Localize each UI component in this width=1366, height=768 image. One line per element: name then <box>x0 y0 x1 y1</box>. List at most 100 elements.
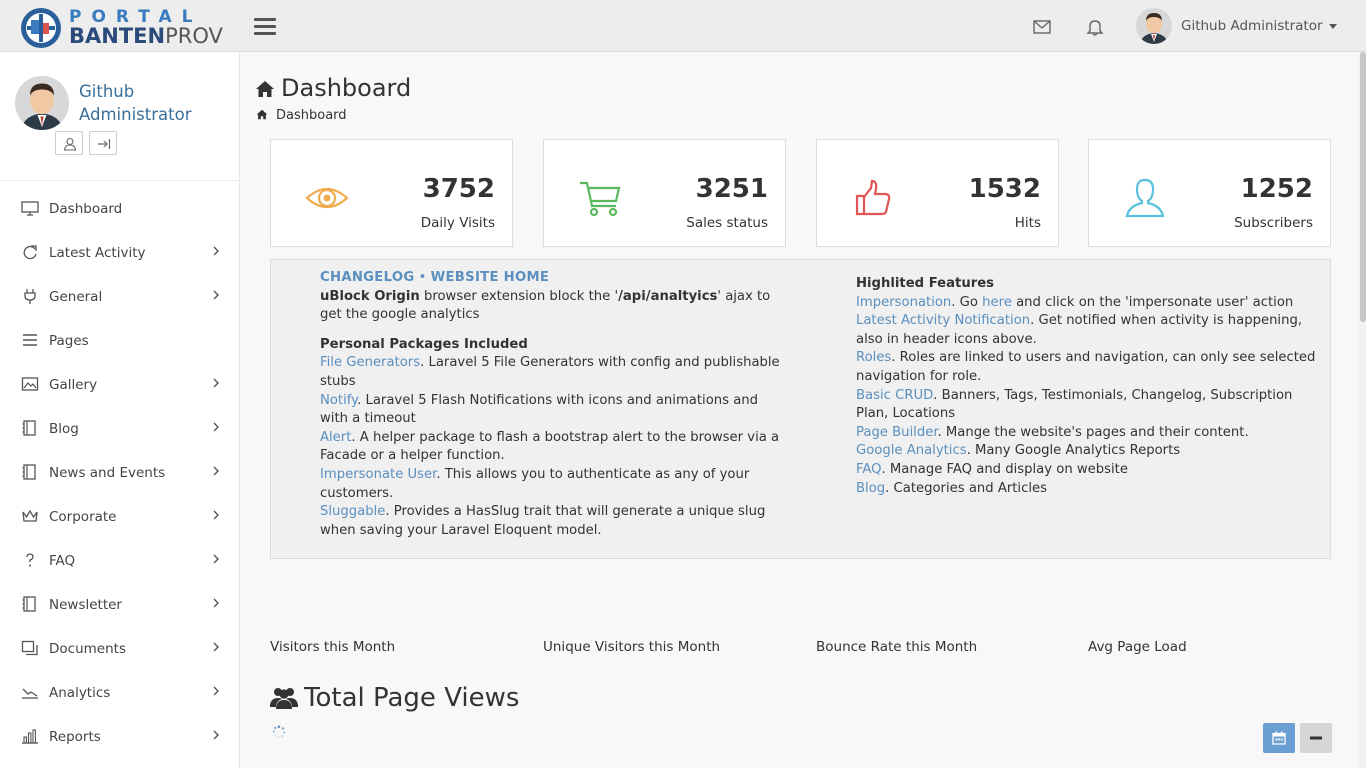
stat-value: 1252 <box>1240 174 1313 204</box>
stat-label: Subscribers <box>1234 215 1313 231</box>
package-item: Sluggable. Provides a HasSlug trait that… <box>320 504 766 538</box>
features-title: Highlited Features <box>856 276 995 291</box>
sidebar-item-label: General <box>49 289 103 305</box>
sidebar-item-gallery[interactable]: Gallery <box>0 362 240 406</box>
refresh-icon <box>23 245 37 260</box>
eye-icon <box>305 187 349 209</box>
user-name: Github Administrator <box>1181 18 1337 34</box>
sidebar-item-label: Pages <box>49 333 89 349</box>
caret-down-icon <box>1328 23 1337 29</box>
sidebar-item-dashboard[interactable]: Dashboard <box>0 186 240 230</box>
feature-link[interactable]: FAQ <box>856 462 882 477</box>
menu-icon[interactable] <box>254 18 276 36</box>
chevron-right-icon <box>213 598 219 608</box>
sidebar-item-latest-activity[interactable]: Latest Activity <box>0 230 240 274</box>
scrollbar-thumb[interactable] <box>1360 52 1366 322</box>
separator: • <box>418 270 427 285</box>
sidebar-item-reports[interactable]: Reports <box>0 714 240 758</box>
feature-link[interactable]: Roles <box>856 350 891 365</box>
stat-value: 3251 <box>695 174 768 204</box>
thumbs-up-icon <box>855 179 891 216</box>
package-link[interactable]: File Generators <box>320 355 420 370</box>
bell-icon[interactable] <box>1085 17 1105 37</box>
feature-item: Roles. Roles are linked to users and nav… <box>856 350 1316 384</box>
feature-item: FAQ. Manage FAQ and display on website <box>856 461 1128 477</box>
total-page-views-title: Total Page Views <box>270 683 519 713</box>
stat-label: Hits <box>1014 215 1041 231</box>
stat-card-subscribers: 1252 Subscribers <box>1088 139 1331 247</box>
sidebar-item-blog[interactable]: Blog <box>0 406 240 450</box>
main-content: Dashboard Dashboard 3752 Daily Visits 32… <box>241 52 1366 768</box>
impersonation-link[interactable]: Impersonation <box>856 295 951 310</box>
stat-label: Daily Visits <box>420 215 495 231</box>
sidebar-item-faq[interactable]: FAQ <box>0 538 240 582</box>
chevron-right-icon <box>213 730 219 740</box>
sidebar-item-label: FAQ <box>49 553 76 569</box>
stat-card-hits: 1532 Hits <box>816 139 1059 247</box>
feature-item: Latest Activity Notification. Get notifi… <box>856 313 1303 347</box>
plug-icon <box>24 289 36 304</box>
feature-link[interactable]: Google Analytics <box>856 443 967 458</box>
stat-card-sales-status: 3251 Sales status <box>543 139 786 247</box>
sidebar-item-label: Gallery <box>49 377 98 393</box>
logo-mark-icon <box>21 8 61 48</box>
ublock-note: uBlock Origin browser extension block th… <box>320 288 771 323</box>
sidebar-item-label: News and Events <box>49 465 166 481</box>
sidebar-menu: Dashboard Latest Activity General Pages Gall… <box>0 186 240 758</box>
changelog-link[interactable]: CHANGELOG <box>320 270 414 285</box>
chevron-right-icon <box>213 510 219 520</box>
chevron-right-icon <box>213 290 219 300</box>
package-link[interactable]: Alert <box>320 430 351 445</box>
profile-button[interactable] <box>55 131 83 155</box>
crown-icon <box>22 509 38 522</box>
stat-value: 1532 <box>968 174 1041 204</box>
info-left-column: CHANGELOG • WEBSITE HOME uBlock Origin b… <box>320 269 790 540</box>
packages-title: Personal Packages Included <box>320 336 528 352</box>
metric-visitors-month: Visitors this Month <box>270 639 396 655</box>
feature-link[interactable]: Page Builder <box>856 425 938 440</box>
feature-link[interactable]: Latest Activity Notification <box>856 313 1030 328</box>
package-link[interactable]: Sluggable <box>320 504 385 519</box>
avatar <box>15 76 69 130</box>
stat-card-daily-visits: 3752 Daily Visits <box>270 139 513 247</box>
sidebar-item-analytics[interactable]: Analytics <box>0 670 240 714</box>
logout-button[interactable] <box>89 131 117 155</box>
feature-item: Basic CRUD. Banners, Tags, Testimonials,… <box>856 387 1293 422</box>
here-link[interactable]: here <box>982 295 1012 310</box>
feature-item: Page Builder. Mange the website's pages … <box>856 424 1249 440</box>
sidebar-item-label: Documents <box>49 641 126 657</box>
website-home-link[interactable]: WEBSITE HOME <box>431 270 550 285</box>
logo[interactable]: PORTAL BANTENPROV <box>16 5 226 49</box>
envelope-icon[interactable] <box>1032 17 1052 37</box>
user-icon <box>63 137 77 151</box>
feature-link[interactable]: Blog <box>856 481 885 496</box>
sidebar-item-general[interactable]: General <box>0 274 240 318</box>
metric-unique-visitors: Unique Visitors this Month <box>543 639 721 655</box>
home-icon <box>256 81 274 97</box>
package-link[interactable]: Impersonate User <box>320 467 436 482</box>
sidebar-item-news-and-events[interactable]: News and Events <box>0 450 240 494</box>
sidebar-item-label: Dashboard <box>49 201 123 217</box>
package-link[interactable]: Notify <box>320 393 357 408</box>
calendar-button[interactable] <box>1263 723 1295 753</box>
top-header: PORTAL BANTENPROV Github Administrator <box>0 0 1366 52</box>
stat-label: Sales status <box>686 215 768 231</box>
sidebar-item-newsletter[interactable]: Newsletter <box>0 582 240 626</box>
collapse-button[interactable] <box>1300 723 1332 753</box>
feature-link[interactable]: Basic CRUD <box>856 388 933 403</box>
sidebar-item-documents[interactable]: Documents <box>0 626 240 670</box>
bar-chart-icon <box>22 729 38 744</box>
chart-line-icon <box>22 688 38 699</box>
chevron-right-icon <box>213 378 219 388</box>
stat-value: 3752 <box>422 174 495 204</box>
page-scrollbar[interactable] <box>1359 52 1366 768</box>
sidebar-item-corporate[interactable]: Corporate <box>0 494 240 538</box>
avatar <box>1136 8 1172 44</box>
sidebar-item-pages[interactable]: Pages <box>0 318 240 362</box>
breadcrumb[interactable]: Dashboard <box>256 108 347 123</box>
loading-spinner-icon <box>272 725 286 739</box>
sidebar-profile: Github Administrator <box>0 52 240 181</box>
notebook-icon <box>22 464 36 480</box>
info-right-column: Highlited Features Impersonation. Go her… <box>856 275 1326 498</box>
package-item: File Generators. Laravel 5 File Generato… <box>320 355 780 389</box>
